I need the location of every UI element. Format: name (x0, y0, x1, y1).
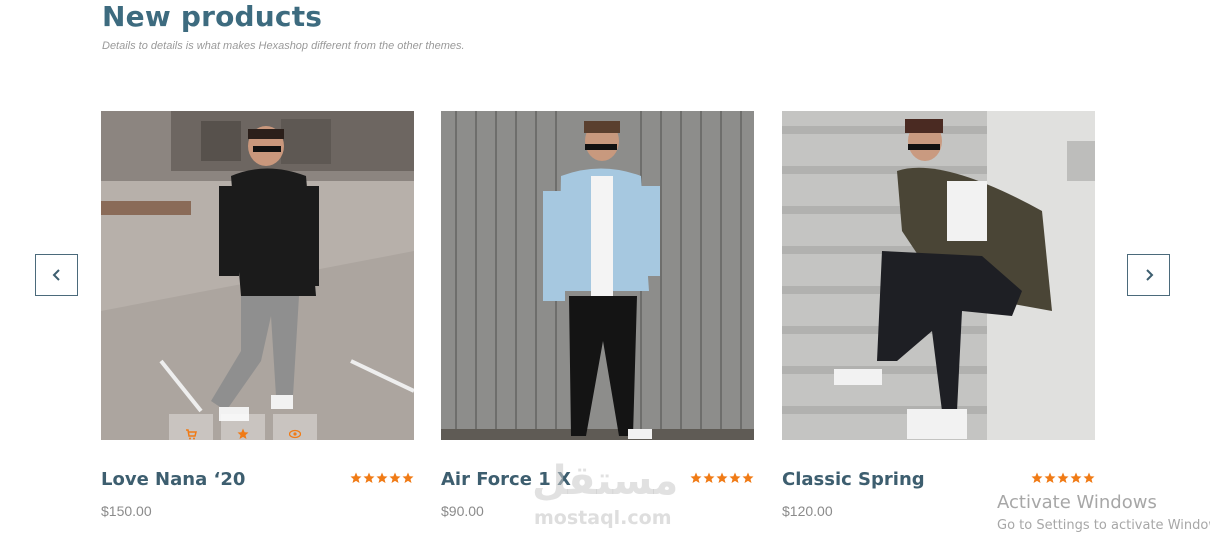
product-card[interactable]: Classic Spring $120.00 (782, 111, 1095, 519)
star-icon (1044, 472, 1056, 483)
star-icon (1070, 472, 1082, 483)
star-icon (363, 472, 375, 483)
section-subtitle: Details to details is what makes Hexasho… (102, 40, 465, 52)
star-icon (729, 472, 741, 483)
section-title: New products (102, 0, 323, 33)
product-card[interactable]: Air Force 1 X $90.00 (441, 111, 754, 519)
add-to-cart-button[interactable] (169, 414, 213, 440)
watermark-latin: mostaql.com (534, 507, 672, 529)
cart-icon (186, 429, 197, 440)
star-icon (742, 472, 754, 483)
product-name[interactable]: Classic Spring (782, 469, 925, 490)
star-icon (350, 472, 362, 483)
star-icon (1031, 472, 1043, 483)
chevron-left-icon (52, 269, 60, 281)
rate-button[interactable] (221, 414, 265, 440)
carousel-prev-button[interactable] (35, 254, 78, 296)
quick-view-button[interactable] (273, 414, 317, 440)
product-rating (1031, 472, 1095, 484)
product-price: $120.00 (782, 503, 833, 519)
star-icon (389, 472, 401, 483)
star-icon (703, 472, 715, 483)
star-icon (1083, 472, 1095, 483)
chevron-right-icon (1145, 269, 1153, 281)
product-image[interactable] (441, 111, 754, 440)
product-rating (690, 472, 754, 484)
product-name[interactable]: Love Nana ‘20 (101, 469, 245, 490)
eye-icon (289, 429, 301, 439)
star-icon (237, 428, 249, 439)
carousel-next-button[interactable] (1127, 254, 1170, 296)
star-icon (716, 472, 728, 483)
product-image[interactable] (101, 111, 414, 440)
star-icon (1057, 472, 1069, 483)
product-price: $150.00 (101, 503, 152, 519)
product-rating (350, 472, 414, 484)
hover-actions (169, 414, 317, 440)
activate-windows-subtitle: Go to Settings to activate Windows. (997, 518, 1210, 533)
star-icon (402, 472, 414, 483)
product-price: $90.00 (441, 503, 484, 519)
product-image[interactable] (782, 111, 1095, 440)
product-card[interactable]: Love Nana ‘20 $150.00 (101, 111, 414, 519)
star-icon (690, 472, 702, 483)
watermark-arabic: مستقل (532, 458, 679, 504)
activate-windows-title: Activate Windows (997, 492, 1157, 513)
star-icon (376, 472, 388, 483)
